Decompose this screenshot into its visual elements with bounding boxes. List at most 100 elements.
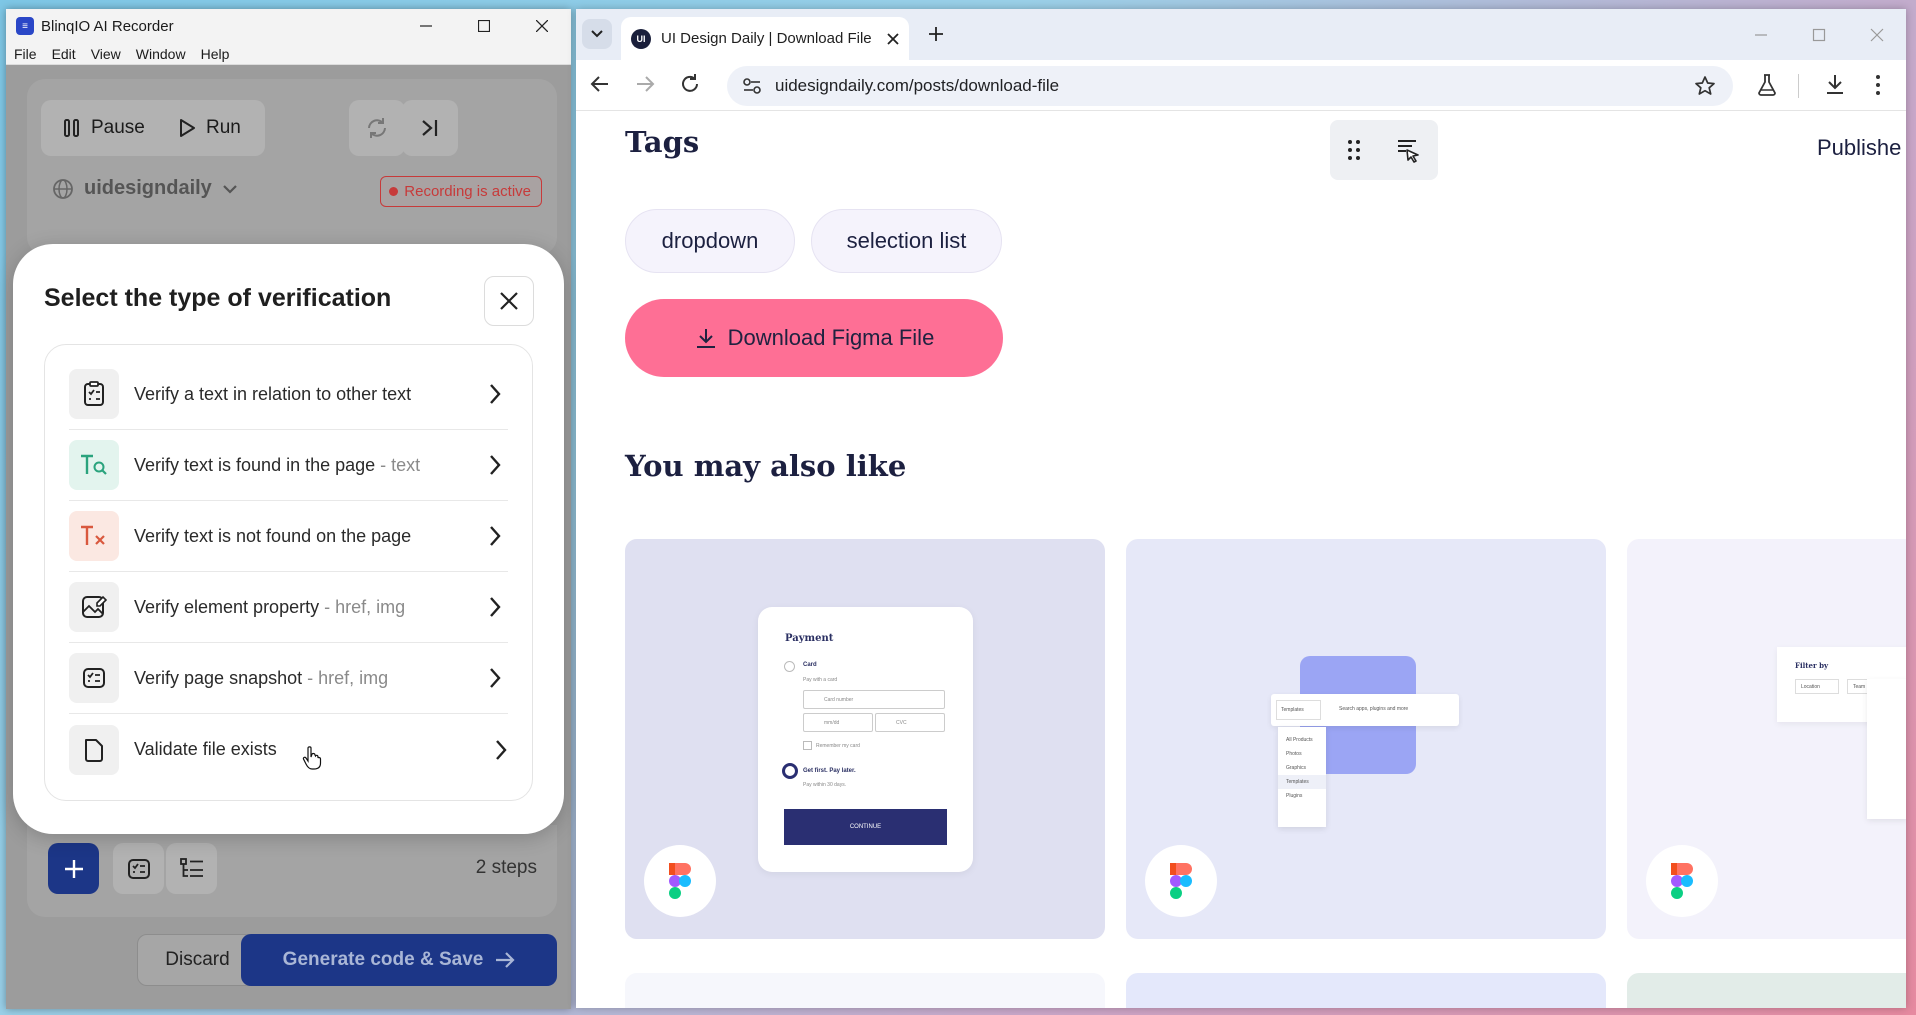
- browser-minimize-button[interactable]: [1732, 9, 1790, 60]
- chevron-right-icon: [496, 739, 507, 760]
- play-icon: [180, 119, 195, 137]
- figma-logo-badge: [1646, 845, 1718, 917]
- browser-maximize-button[interactable]: [1790, 9, 1848, 60]
- menu-window[interactable]: Window: [136, 46, 186, 62]
- preview-searchbar: Templates Search apps, plugins and more: [1271, 694, 1459, 726]
- image-edit-icon: [69, 582, 119, 632]
- preview-dropdown: Templates: [1276, 700, 1321, 720]
- download-icon: [696, 329, 715, 348]
- option-label: Validate file exists: [134, 739, 277, 759]
- tag-dropdown[interactable]: dropdown: [625, 209, 795, 273]
- option-sub: - href, img: [302, 667, 389, 688]
- pause-label: Pause: [91, 117, 145, 138]
- select-pointer-icon[interactable]: [1394, 137, 1422, 163]
- close-window-button[interactable]: [513, 9, 571, 43]
- preview-card-label: Card: [803, 662, 817, 668]
- maximize-button[interactable]: [455, 9, 513, 43]
- steps-panel: 2 steps: [27, 825, 557, 917]
- related-card-row2[interactable]: [1627, 973, 1906, 1008]
- more-menu-icon[interactable]: [1874, 73, 1882, 97]
- tag-selection-list[interactable]: selection list: [811, 209, 1002, 273]
- menu-view[interactable]: View: [91, 46, 121, 62]
- published-label: Publishe: [1817, 135, 1902, 160]
- figma-icon: [669, 863, 691, 899]
- run-button[interactable]: Run: [156, 100, 265, 156]
- maximize-icon: [1812, 28, 1826, 41]
- tags-heading: Tags: [625, 125, 700, 159]
- close-icon: [1870, 28, 1884, 41]
- option-verify-text-not-found[interactable]: Verify text is not found on the page: [69, 501, 508, 572]
- menu-edit[interactable]: Edit: [52, 46, 76, 62]
- chevron-right-icon: [490, 384, 501, 404]
- related-card-payment[interactable]: Payment Card Pay with a card Card number…: [625, 539, 1105, 939]
- menu-file[interactable]: File: [14, 46, 37, 62]
- radio-card: [784, 661, 795, 672]
- minimize-button[interactable]: [397, 9, 455, 43]
- preview-continue: CONTINUE: [784, 809, 947, 845]
- preview-filter-menu: [1867, 679, 1906, 819]
- download-icon[interactable]: [1824, 73, 1846, 97]
- preview-remember: Remember my card: [816, 743, 860, 749]
- drag-grid-icon[interactable]: [1347, 139, 1361, 161]
- text-remove-icon: [69, 511, 119, 561]
- forward-arrow-icon[interactable]: [634, 73, 656, 95]
- site-selector[interactable]: uidesigndaily: [52, 177, 238, 200]
- verification-button[interactable]: [113, 843, 164, 894]
- blinqio-logo-icon: ≡: [16, 17, 34, 35]
- browser-close-button[interactable]: [1848, 9, 1906, 60]
- refresh-icon: [368, 118, 386, 138]
- related-card-row2[interactable]: [1126, 973, 1606, 1008]
- preview-checkbox: [803, 741, 812, 750]
- preview-menu-item: Graphics: [1286, 765, 1307, 771]
- option-label: Verify text is not found on the page: [134, 525, 412, 546]
- site-settings-icon[interactable]: [737, 71, 767, 101]
- menu-help[interactable]: Help: [201, 46, 230, 62]
- related-card-filter[interactable]: Filter by Location Team: [1627, 539, 1906, 939]
- toolbar-divider: [1798, 74, 1799, 98]
- checklist-icon: [127, 858, 150, 879]
- labs-flask-icon[interactable]: [1756, 73, 1778, 97]
- generate-save-button[interactable]: Generate code & Save: [241, 934, 557, 986]
- modal-close-button[interactable]: [484, 276, 534, 326]
- option-verify-text-found[interactable]: Verify text is found in the page - text: [69, 430, 508, 501]
- option-verify-text-relation[interactable]: Verify a text in relation to other text: [69, 359, 508, 430]
- preview-cvc: CVC: [875, 713, 945, 732]
- discard-button[interactable]: Discard: [137, 934, 258, 986]
- text-search-icon: [69, 440, 119, 490]
- back-arrow-icon[interactable]: [589, 73, 611, 95]
- add-step-button[interactable]: [48, 843, 99, 894]
- active-tab[interactable]: UI UI Design Daily | Download File: [621, 17, 909, 60]
- bookmark-star-icon[interactable]: [1694, 75, 1716, 97]
- download-label: Download Figma File: [727, 325, 935, 350]
- option-verify-page-snapshot[interactable]: Verify page snapshot - href, img: [69, 643, 508, 714]
- browser-window: UI UI Design Daily | Download File uides…: [576, 9, 1906, 1008]
- related-card-row2[interactable]: [625, 973, 1105, 1008]
- option-verify-element-property[interactable]: Verify element property - href, img: [69, 572, 508, 643]
- close-icon[interactable]: [887, 32, 899, 45]
- minimize-icon: [420, 25, 432, 27]
- download-figma-button[interactable]: Download Figma File: [625, 299, 1003, 377]
- refresh-button[interactable]: [349, 100, 405, 156]
- chevron-right-icon: [490, 526, 501, 546]
- preview-later-label: Get first. Pay later.: [803, 768, 856, 774]
- arrow-right-icon: [496, 952, 515, 968]
- globe-icon: [53, 178, 73, 199]
- address-bar[interactable]: uidesigndaily.com/posts/download-file: [727, 66, 1733, 106]
- pause-button[interactable]: Pause: [41, 100, 174, 156]
- preview-menu-item: Templates: [1278, 775, 1326, 789]
- option-label: Verify element property: [134, 596, 320, 617]
- recording-status-badge: Recording is active: [380, 176, 542, 207]
- close-icon: [500, 292, 518, 310]
- verification-options-list: Verify a text in relation to other text …: [44, 344, 533, 801]
- preview-search-placeholder: Search apps, plugins and more: [1339, 706, 1409, 712]
- recorder-titlebar: ≡ BlinqIO AI Recorder: [6, 9, 571, 43]
- reload-icon[interactable]: [679, 73, 701, 95]
- related-card-dropdown[interactable]: Templates Search apps, plugins and more …: [1126, 539, 1606, 939]
- option-validate-file-exists[interactable]: Validate file exists: [69, 714, 508, 785]
- skip-to-end-button[interactable]: [402, 100, 458, 156]
- new-tab-plus-icon[interactable]: [926, 24, 946, 44]
- tab-search-button[interactable]: [582, 19, 612, 49]
- step-list-button[interactable]: [166, 843, 217, 894]
- option-sub: - href, img: [319, 596, 406, 617]
- view-toggle: [1330, 120, 1438, 180]
